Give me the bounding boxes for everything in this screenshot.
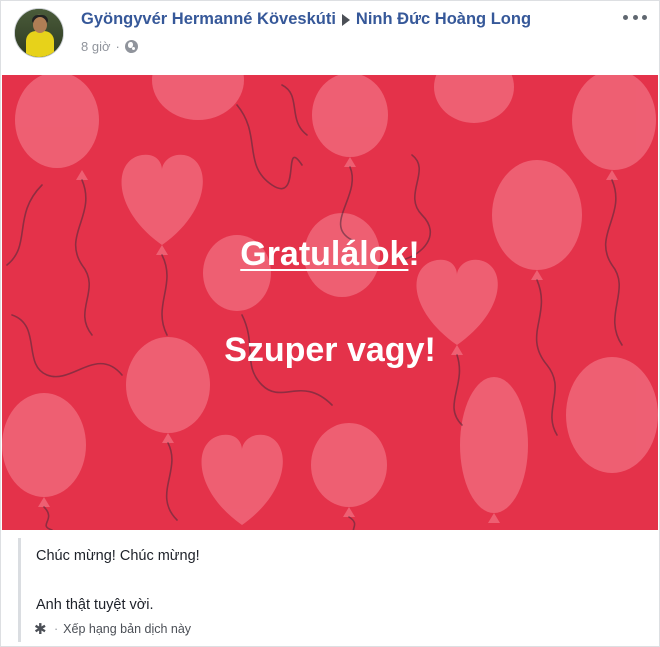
recipient-name[interactable]: Ninh Đức Hoàng Long	[356, 10, 531, 29]
headline-exclaim: !	[408, 235, 420, 273]
translation-line-2: Anh thật tuyệt vời.	[36, 597, 154, 613]
meta-separator: ·	[115, 39, 120, 54]
author-name[interactable]: Gyöngyvér Hermanné Köveskúti	[81, 10, 336, 29]
post-timestamp[interactable]: 8 giờ	[81, 39, 111, 54]
post-header: Gyöngyvér Hermanné Köveskúti Ninh Đức Ho…	[1, 1, 659, 75]
post-meta: 8 giờ ·	[81, 39, 138, 54]
post-card: Gyöngyvér Hermanné Köveskúti Ninh Đức Ho…	[0, 0, 660, 647]
gratulalok-link[interactable]: Gratulálok	[240, 235, 408, 273]
translation-block: Chúc mừng! Chúc mừng! Anh thật tuyệt vời…	[18, 538, 638, 642]
post-names: Gyöngyvér Hermanné Köveskúti Ninh Đức Ho…	[81, 10, 531, 29]
banner-headline: Gratulálok!	[2, 235, 658, 274]
more-options-icon[interactable]	[623, 9, 647, 25]
rate-translation-label[interactable]: Xếp hạng bản dịch này	[63, 622, 191, 636]
congratulations-banner: Gratulálok! Szuper vagy!	[2, 75, 658, 530]
rate-translation-link[interactable]: · Xếp hạng bản dịch này	[34, 620, 191, 638]
right-arrow-icon	[341, 13, 350, 26]
globe-icon[interactable]	[124, 40, 138, 53]
rate-separator: ·	[54, 622, 59, 636]
balloon-pattern	[2, 75, 658, 530]
gear-icon	[34, 620, 48, 638]
avatar[interactable]	[14, 8, 64, 58]
translation-line-1: Chúc mừng! Chúc mừng!	[36, 548, 200, 564]
